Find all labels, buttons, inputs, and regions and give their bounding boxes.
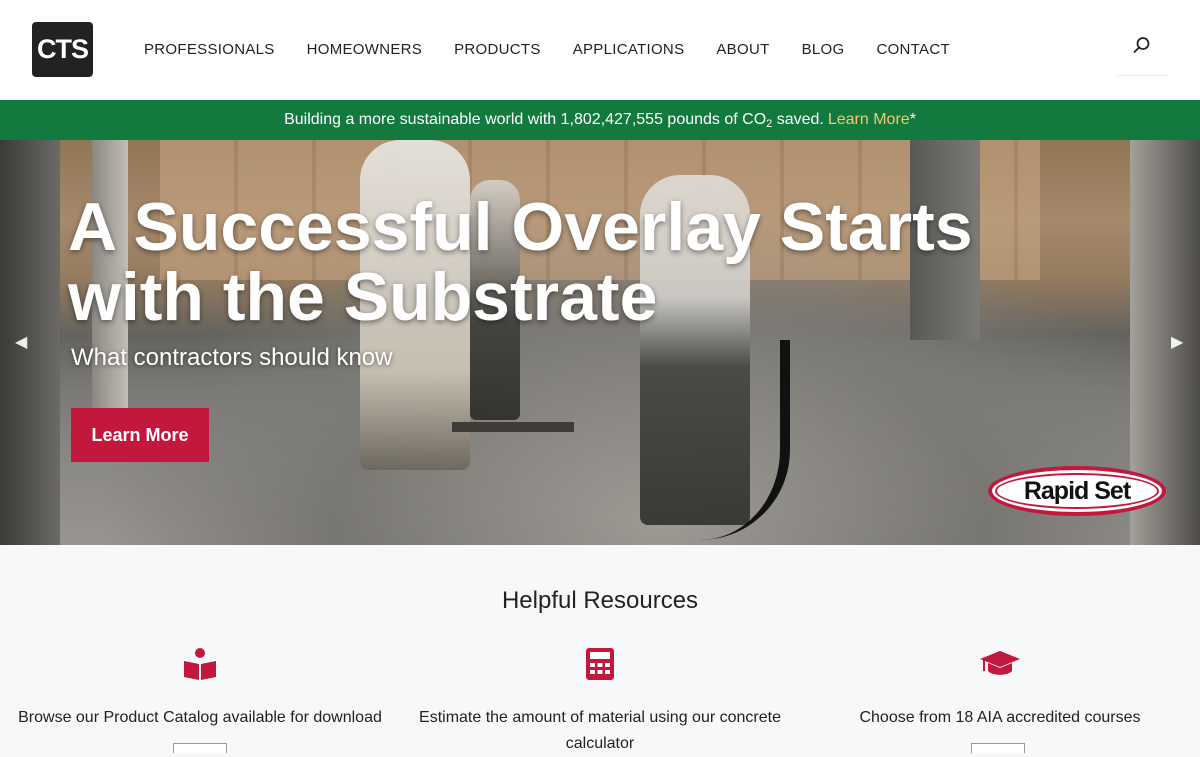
calculator-icon (586, 648, 614, 680)
resource-calculator[interactable]: Estimate the amount of material using ou… (400, 645, 800, 757)
resource-calculator-text: Estimate the amount of material using ou… (419, 709, 781, 752)
nav-products[interactable]: PRODUCTS (438, 40, 557, 60)
sustainability-banner: Building a more sustainable world with 1… (0, 100, 1200, 140)
hero-photo-hose (680, 340, 790, 540)
hero-photo-squeegee (452, 422, 574, 432)
nav-contact[interactable]: CONTACT (860, 40, 965, 60)
hero-photo-column (0, 140, 60, 545)
nav-professionals[interactable]: PROFESSIONALS (128, 40, 291, 60)
rapid-set-logo: Rapid Set (988, 466, 1166, 516)
resource-catalog[interactable]: Browse our Product Catalog available for… (0, 645, 400, 731)
carousel-prev-icon[interactable]: ◀ (15, 332, 27, 352)
hero-learn-more-button[interactable]: Learn More (71, 408, 209, 462)
book-reader-icon (184, 648, 216, 680)
carousel-next-icon[interactable]: ▶ (1171, 332, 1183, 352)
hero-title: A Successful Overlay Starts with the Sub… (68, 189, 973, 335)
nav-blog[interactable]: BLOG (786, 40, 861, 60)
banner-learn-more-link[interactable]: Learn More (828, 111, 910, 129)
search-icon (1133, 36, 1150, 53)
cts-logo[interactable]: CTS (32, 22, 93, 77)
site-header: CTS PROFESSIONALS HOMEOWNERS PRODUCTS AP… (0, 0, 1200, 100)
banner-text: Building a more sustainable world with 1… (284, 111, 824, 130)
main-nav: PROFESSIONALS HOMEOWNERS PRODUCTS APPLIC… (128, 40, 966, 60)
resource-catalog-button[interactable] (173, 743, 227, 753)
resource-courses-button[interactable] (971, 743, 1025, 753)
resource-courses-text: Choose from 18 AIA accredited courses (859, 709, 1141, 726)
resource-courses[interactable]: Choose from 18 AIA accredited courses (800, 645, 1200, 731)
search-button[interactable] (1116, 22, 1168, 76)
resource-catalog-text: Browse our Product Catalog available for… (18, 709, 382, 726)
resources-title: Helpful Resources (501, 587, 699, 614)
graduation-cap-icon (980, 651, 1020, 675)
hero-subtitle: What contractors should know (71, 344, 393, 371)
banner-asterisk: * (909, 111, 916, 128)
nav-about[interactable]: ABOUT (700, 40, 785, 60)
hero-carousel: A Successful Overlay Starts with the Sub… (0, 140, 1200, 545)
nav-applications[interactable]: APPLICATIONS (557, 40, 701, 60)
helpful-resources-section: Helpful Resources Browse our Product Cat… (0, 545, 1200, 753)
nav-homeowners[interactable]: HOMEOWNERS (291, 40, 439, 60)
